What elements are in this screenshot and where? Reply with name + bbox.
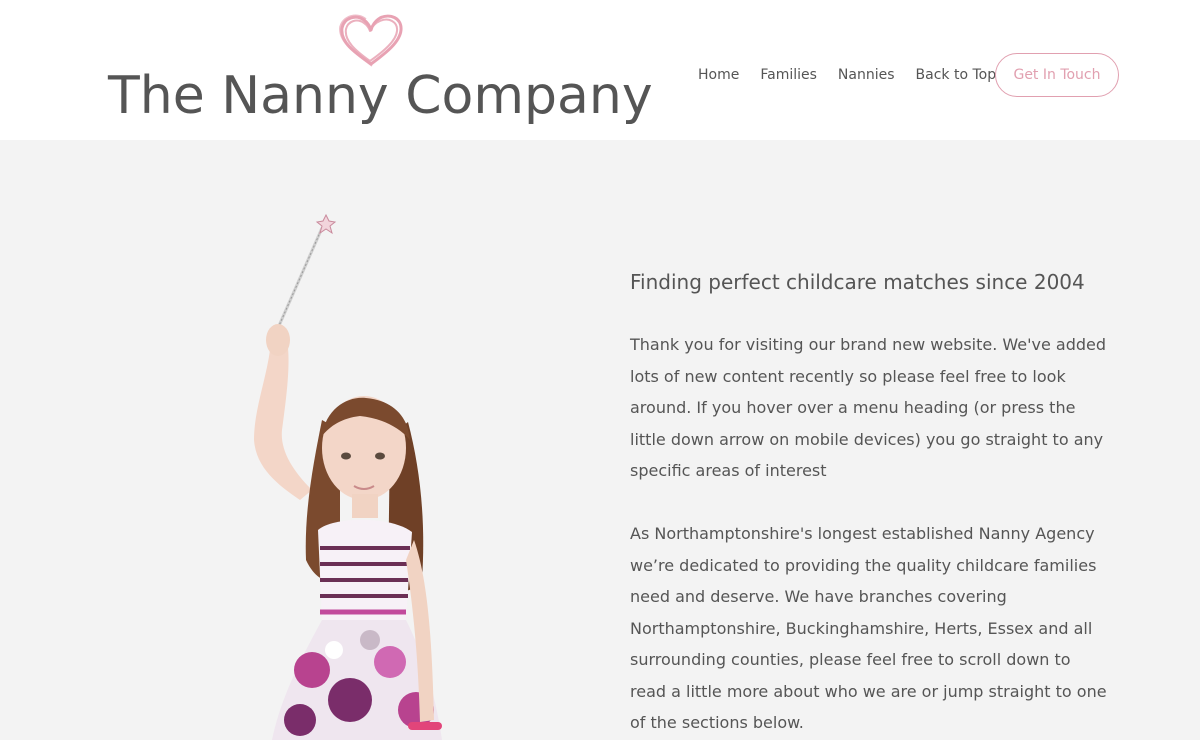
- intro-paragraph-about: As Northamptonshire's longest establishe…: [630, 524, 1107, 732]
- intro-paragraph-welcome: Thank you for visiting our brand new web…: [630, 335, 1107, 480]
- hero-tagline: Finding perfect childcare matches since …: [630, 270, 1085, 294]
- nav-item-back-to-top[interactable]: Back to Top: [916, 67, 997, 83]
- nav-item-nannies[interactable]: Nannies: [838, 67, 895, 83]
- heart-logo-icon: [339, 14, 403, 67]
- site-logo-text[interactable]: The Nanny Company: [108, 70, 653, 122]
- site-header: The Nanny Company Home Families Nannies …: [0, 0, 1200, 140]
- nav-item-families[interactable]: Families: [760, 67, 817, 83]
- main-nav: Home Families Nannies Back to Top: [690, 64, 1017, 86]
- get-in-touch-button[interactable]: Get In Touch: [995, 53, 1119, 97]
- hero-girl-with-wand-image: [254, 213, 442, 740]
- nav-item-home[interactable]: Home: [698, 67, 739, 83]
